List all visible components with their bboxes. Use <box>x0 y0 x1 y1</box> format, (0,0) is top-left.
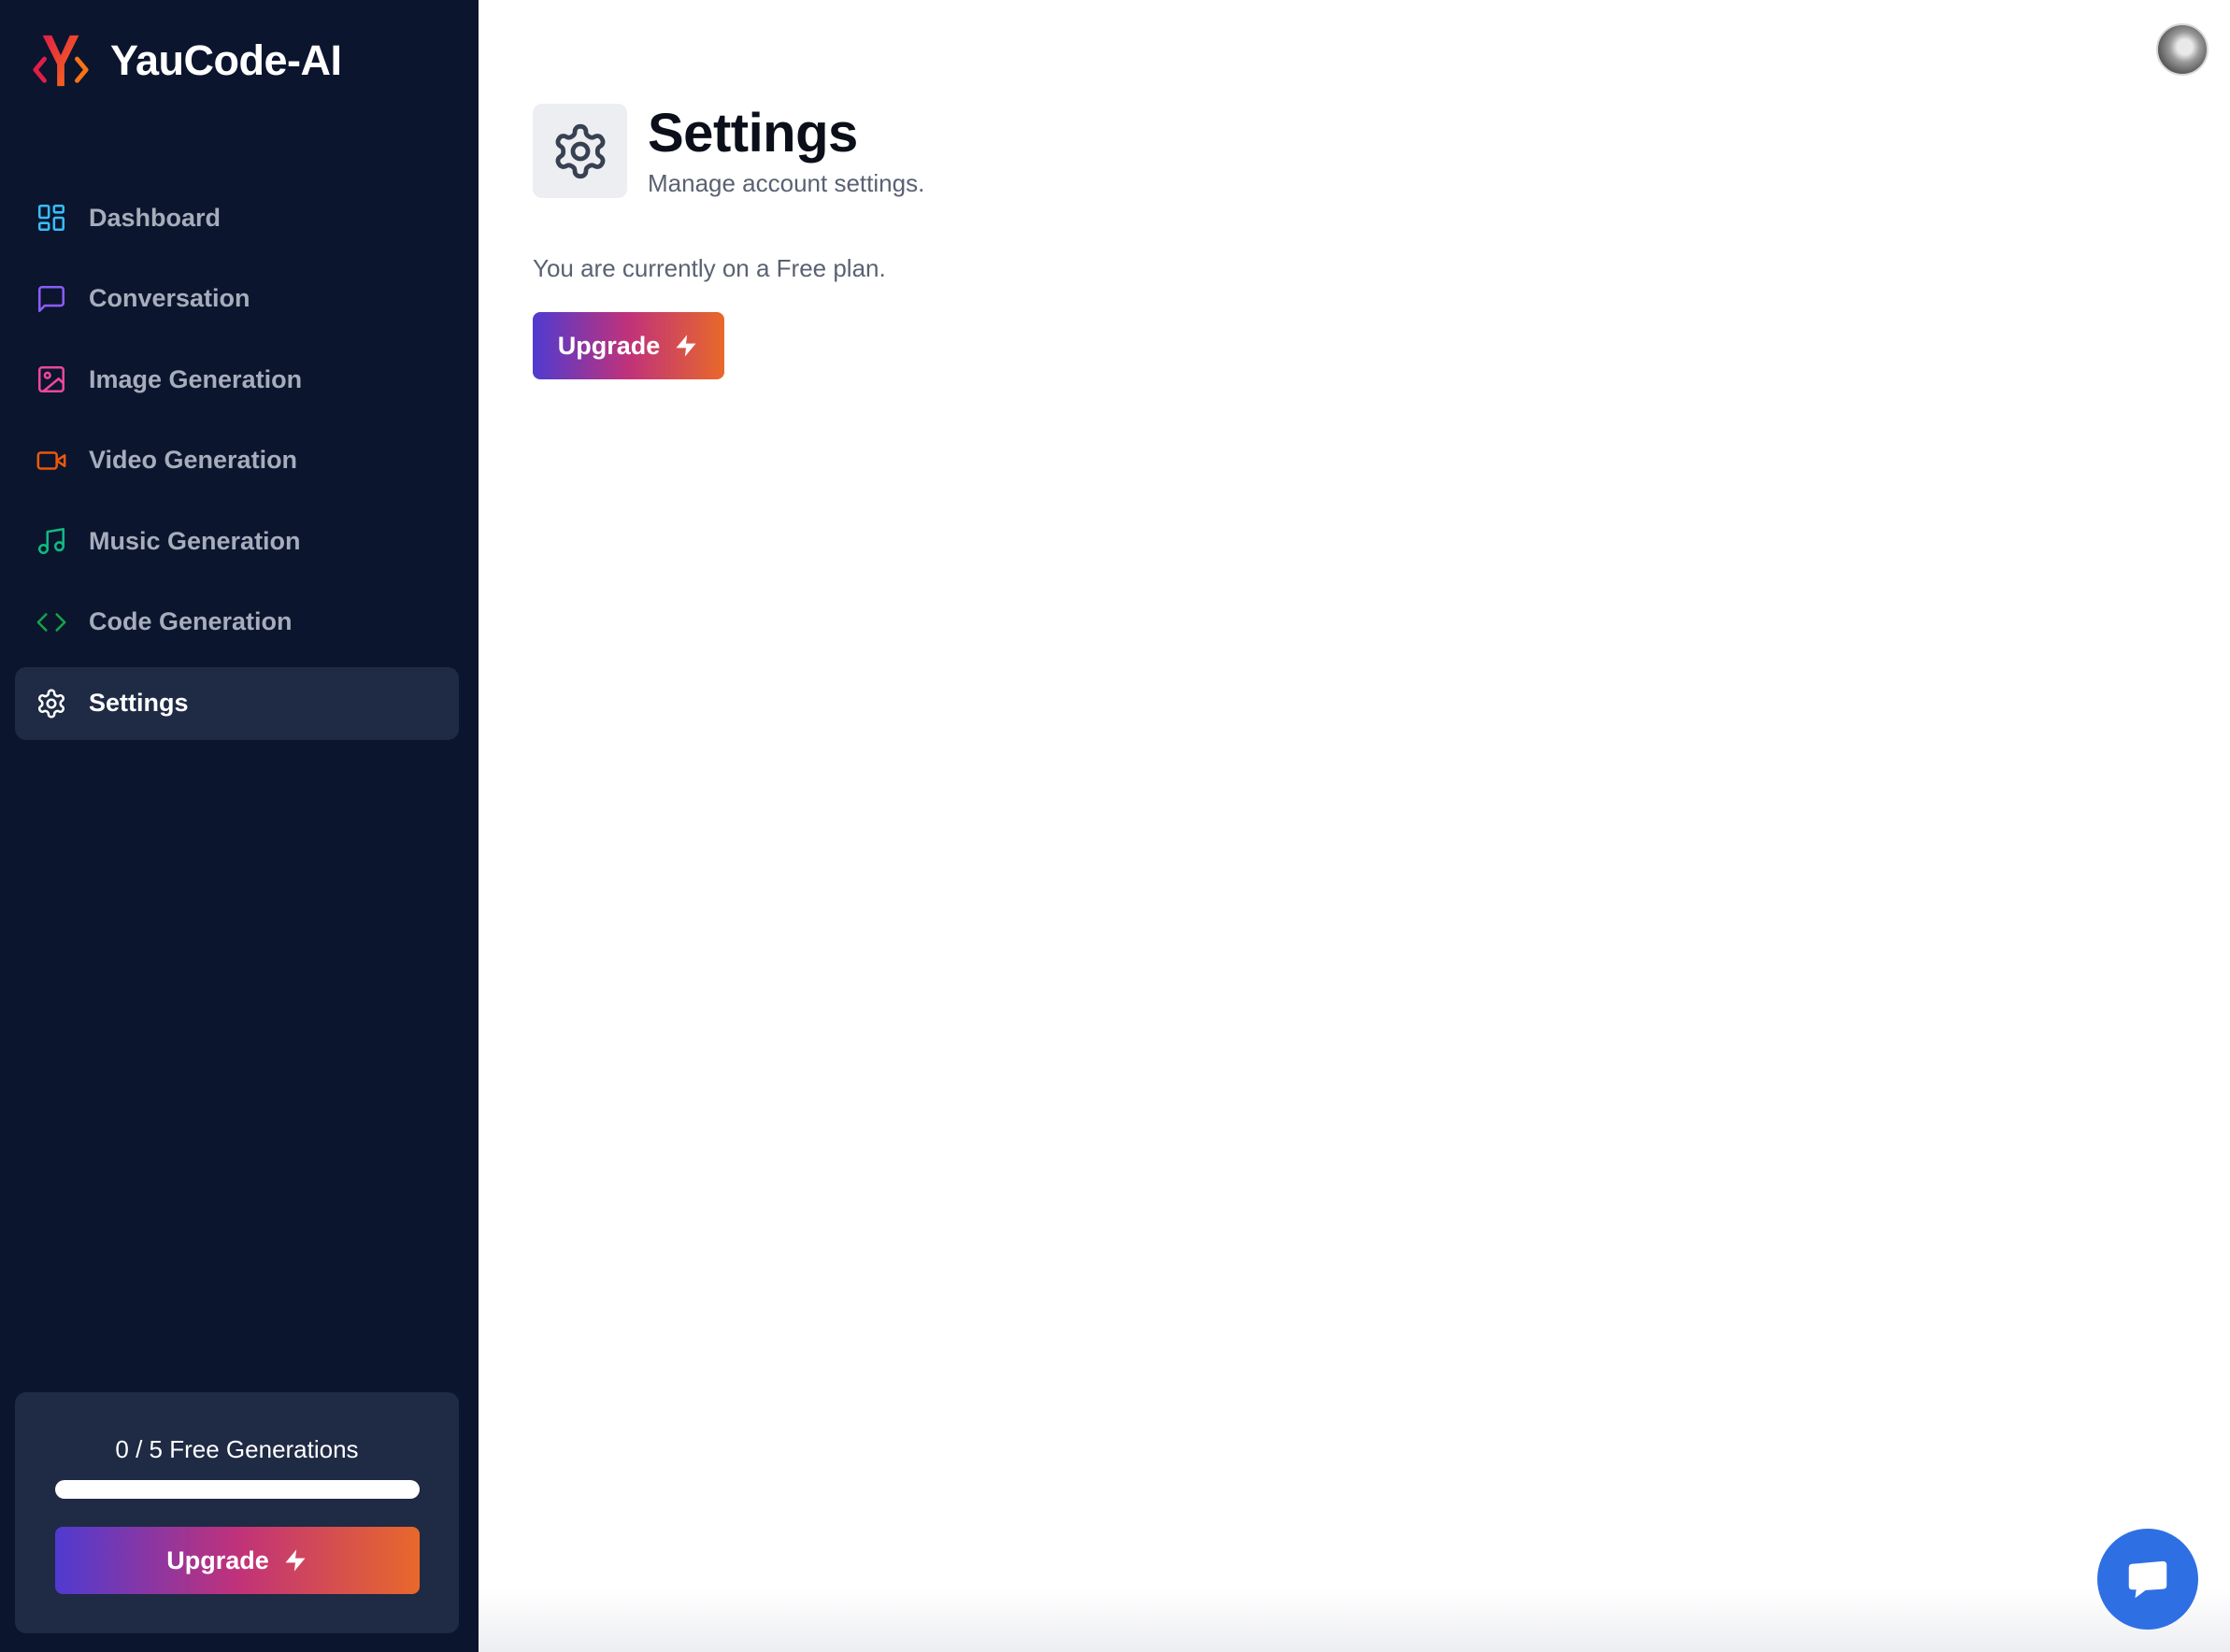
settings-icon <box>36 688 67 719</box>
sidebar-item-image-generation[interactable]: Image Generation <box>15 343 459 416</box>
brand-name: YauCode-AI <box>110 36 342 84</box>
settings-icon <box>555 123 605 178</box>
sidebar-item-code-generation[interactable]: Code Generation <box>15 586 459 659</box>
video-icon <box>36 445 67 477</box>
chat-icon <box>2128 1560 2167 1599</box>
sidebar-item-settings[interactable]: Settings <box>15 666 459 740</box>
usage-progress-bar <box>55 1480 420 1499</box>
chat-support-button[interactable] <box>2097 1529 2198 1630</box>
page-subtitle: Manage account settings. <box>648 169 925 197</box>
user-avatar[interactable] <box>2156 23 2209 76</box>
free-usage-card: 0 / 5 Free Generations Upgrade <box>15 1392 459 1633</box>
sidebar-item-label: Settings <box>89 689 189 718</box>
header-icon-box <box>533 104 627 198</box>
page-header: Settings Manage account settings. <box>533 104 924 198</box>
sidebar-item-label: Video Generation <box>89 446 298 475</box>
sidebar: YauCode-AI Dashboard Conversation Image … <box>0 0 479 1652</box>
header-text: Settings Manage account settings. <box>648 104 924 198</box>
usage-counter: 0 / 5 Free Generations <box>115 1435 359 1463</box>
sidebar-upgrade-button[interactable]: Upgrade <box>55 1527 420 1594</box>
sidebar-item-music-generation[interactable]: Music Generation <box>15 505 459 577</box>
sidebar-item-video-generation[interactable]: Video Generation <box>15 424 459 497</box>
zap-icon <box>676 335 696 357</box>
dashboard-icon <box>36 202 67 234</box>
sidebar-item-label: Dashboard <box>89 203 222 232</box>
upgrade-label: Upgrade <box>166 1545 269 1574</box>
sidebar-item-label: Music Generation <box>89 526 301 555</box>
sidebar-nav: Dashboard Conversation Image Generation <box>15 181 459 748</box>
sidebar-item-conversation[interactable]: Conversation <box>15 263 459 335</box>
plan-status-text: You are currently on a Free plan. <box>533 254 886 282</box>
sidebar-item-label: Image Generation <box>89 364 303 393</box>
page-title: Settings <box>648 103 858 164</box>
upgrade-label: Upgrade <box>557 331 661 360</box>
message-square-icon <box>36 283 67 315</box>
upgrade-button[interactable]: Upgrade <box>533 312 724 379</box>
sidebar-item-label: Conversation <box>89 284 250 313</box>
bottom-fade <box>479 1588 2230 1652</box>
zap-icon <box>285 1549 306 1572</box>
brand[interactable]: YauCode-AI <box>32 32 342 90</box>
sidebar-item-dashboard[interactable]: Dashboard <box>15 181 459 254</box>
yaucode-logo-icon <box>33 35 89 87</box>
image-icon <box>36 363 67 395</box>
music-icon <box>36 525 67 557</box>
sidebar-item-label: Code Generation <box>89 607 293 636</box>
code-icon <box>36 606 67 638</box>
